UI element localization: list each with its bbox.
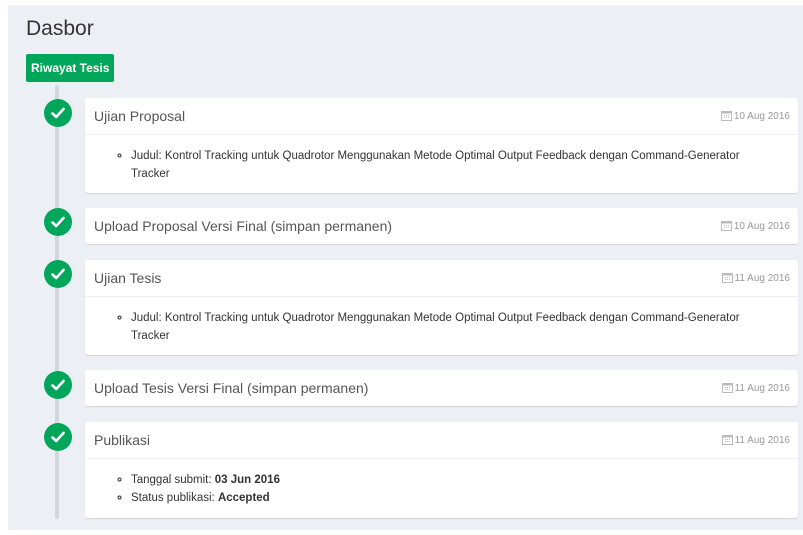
timeline-item-publikasi: Publikasi 11 Aug 2016 Tanggal submit: 03… — [85, 422, 798, 518]
list-item: Tanggal submit: 03 Jun 2016 — [131, 471, 778, 489]
item-date: 11 Aug 2016 — [721, 434, 790, 446]
dashboard-page: Dasbor Riwayat Tesis Ujian Proposal 10 A… — [8, 5, 803, 530]
check-icon — [44, 260, 72, 288]
item-body: Tanggal submit: 03 Jun 2016 Status publi… — [85, 458, 798, 517]
item-date: 10 Aug 2016 — [720, 110, 790, 122]
check-icon — [44, 208, 72, 236]
calendar-icon — [720, 221, 732, 231]
list-item: Judul: Kontrol Tracking untuk Quadrotor … — [131, 309, 778, 345]
calendar-icon — [721, 383, 733, 393]
item-date: 11 Aug 2016 — [721, 272, 790, 284]
list-item: Judul: Kontrol Tracking untuk Quadrotor … — [131, 147, 778, 183]
calendar-icon — [721, 273, 733, 283]
history-label: Riwayat Tesis — [26, 54, 115, 82]
item-title: Upload Proposal Versi Final (simpan perm… — [94, 218, 393, 234]
timeline-item-ujian-proposal: Ujian Proposal 10 Aug 2016 Judul: Kontro… — [85, 98, 798, 193]
timeline-item-upload-proposal: Upload Proposal Versi Final (simpan perm… — [85, 208, 798, 244]
item-title: Upload Tesis Versi Final (simpan permane… — [94, 380, 369, 396]
list-item: Status publikasi: Accepted — [131, 489, 778, 507]
check-icon — [44, 371, 72, 399]
item-title: Publikasi — [94, 432, 151, 448]
item-title: Ujian Tesis — [94, 270, 162, 286]
item-body: Judul: Kontrol Tracking untuk Quadrotor … — [85, 134, 798, 193]
item-title: Ujian Proposal — [94, 108, 186, 124]
check-icon — [44, 423, 72, 451]
timeline-line — [55, 85, 59, 519]
calendar-icon — [721, 435, 733, 445]
item-date: 10 Aug 2016 — [720, 220, 790, 232]
calendar-icon — [720, 111, 732, 121]
page-title: Dasbor — [26, 17, 94, 40]
item-date: 11 Aug 2016 — [721, 382, 790, 394]
check-icon — [44, 99, 72, 127]
timeline-item-ujian-tesis: Ujian Tesis 11 Aug 2016 Judul: Kontrol T… — [85, 260, 798, 355]
timeline-item-upload-tesis: Upload Tesis Versi Final (simpan permane… — [85, 370, 798, 406]
item-body: Judul: Kontrol Tracking untuk Quadrotor … — [85, 296, 798, 355]
